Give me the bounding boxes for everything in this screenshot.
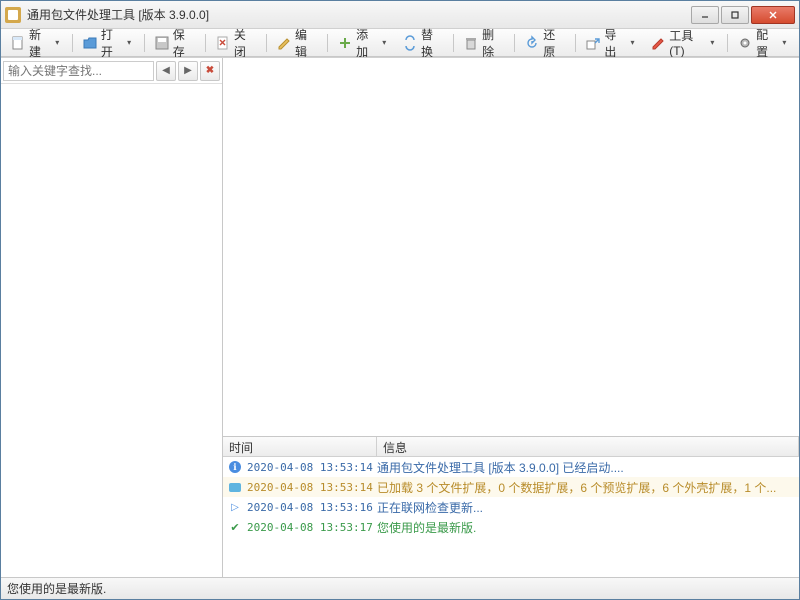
export-icon [585,35,601,51]
log-message: 您使用的是最新版. [377,519,799,536]
separator [205,34,206,52]
log-info-icon [227,459,243,475]
separator [144,34,145,52]
log-row[interactable]: 2020-04-08 13:53:16正在联网检查更新... [223,497,799,517]
log-row[interactable]: 2020-04-08 13:53:14已加载 3 个文件扩展，0 个数据扩展，6… [223,477,799,497]
dropdown-icon: ▾ [631,38,639,47]
preview-panel[interactable] [223,58,799,437]
separator [575,34,576,52]
search-prev-button[interactable]: ◀ [156,61,176,81]
log-message: 已加载 3 个文件扩展，0 个数据扩展，6 个预览扩展，6 个外壳扩展，1 个.… [377,479,799,496]
file-tree[interactable] [1,84,222,577]
search-input[interactable] [3,61,154,81]
app-icon [5,7,21,23]
log-col-time[interactable]: 时间 [223,437,377,456]
close-file-icon [215,35,231,51]
add-label: 添加 [356,26,379,60]
toolbar: 新建 ▾ 打开 ▾ 保存 关闭 编辑 添加 ▾ [1,29,799,57]
config-label: 配置 [756,26,779,60]
log-col-msg[interactable]: 信息 [377,437,799,456]
save-label: 保存 [173,26,196,60]
dropdown-icon: ▾ [127,38,135,47]
edit-label: 编辑 [295,26,318,60]
save-icon [154,35,170,51]
gear-icon [737,35,753,51]
dropdown-icon: ▾ [55,38,63,47]
tools-button[interactable]: 工具(T) ▾ [645,24,723,61]
content-area: ◀ ▶ ✖ 时间 信息 2020-04-08 13:53:14通用包文件处理工具… [1,57,799,577]
replace-label: 替换 [421,26,444,60]
search-row: ◀ ▶ ✖ [1,58,222,84]
log-ok-icon [227,519,243,535]
log-time: 2020-04-08 13:53:16 [243,501,377,514]
search-next-button[interactable]: ▶ [178,61,198,81]
window-title: 通用包文件处理工具 [版本 3.9.0.0] [27,6,691,23]
sidebar: ◀ ▶ ✖ [1,58,223,577]
separator [72,34,73,52]
log-body[interactable]: 2020-04-08 13:53:14通用包文件处理工具 [版本 3.9.0.0… [223,457,799,577]
undo-icon [524,35,540,51]
log-load-icon [227,479,243,495]
maximize-button[interactable] [721,6,749,24]
pencil-icon [276,35,292,51]
folder-open-icon [82,35,98,51]
search-cancel-button[interactable]: ✖ [200,61,220,81]
window-controls [691,6,795,24]
log-row[interactable]: 2020-04-08 13:53:14通用包文件处理工具 [版本 3.9.0.0… [223,457,799,477]
log-time: 2020-04-08 13:53:14 [243,481,377,494]
open-label: 打开 [101,26,124,60]
main-panel: 时间 信息 2020-04-08 13:53:14通用包文件处理工具 [版本 3… [223,58,799,577]
plus-icon [337,35,353,51]
delete-label: 删除 [482,26,505,60]
export-label: 导出 [604,26,627,60]
status-text: 您使用的是最新版. [7,580,106,597]
log-message: 通用包文件处理工具 [版本 3.9.0.0] 已经启动.... [377,459,799,476]
tools-label: 工具(T) [669,27,707,58]
separator [327,34,328,52]
close-label: 关闭 [234,26,257,60]
separator [514,34,515,52]
log-header: 时间 信息 [223,437,799,457]
trash-icon [463,35,479,51]
new-label: 新建 [29,26,52,60]
close-button[interactable] [751,6,795,24]
dropdown-icon: ▾ [710,38,718,47]
tools-pencil-icon [650,35,666,51]
log-net-icon [227,499,243,515]
dropdown-icon: ▾ [382,38,390,47]
log-row[interactable]: 2020-04-08 13:53:17您使用的是最新版. [223,517,799,537]
statusbar: 您使用的是最新版. [1,577,799,599]
separator [453,34,454,52]
restore-label: 还原 [543,26,566,60]
log-time: 2020-04-08 13:53:14 [243,461,377,474]
log-message: 正在联网检查更新... [377,499,799,516]
app-window: 通用包文件处理工具 [版本 3.9.0.0] 新建 ▾ 打开 ▾ 保存 关闭 [0,0,800,600]
dropdown-icon: ▾ [782,38,790,47]
minimize-button[interactable] [691,6,719,24]
log-time: 2020-04-08 13:53:17 [243,521,377,534]
separator [266,34,267,52]
replace-icon [402,35,418,51]
log-panel: 时间 信息 2020-04-08 13:53:14通用包文件处理工具 [版本 3… [223,437,799,577]
separator [727,34,728,52]
new-file-icon [10,35,26,51]
